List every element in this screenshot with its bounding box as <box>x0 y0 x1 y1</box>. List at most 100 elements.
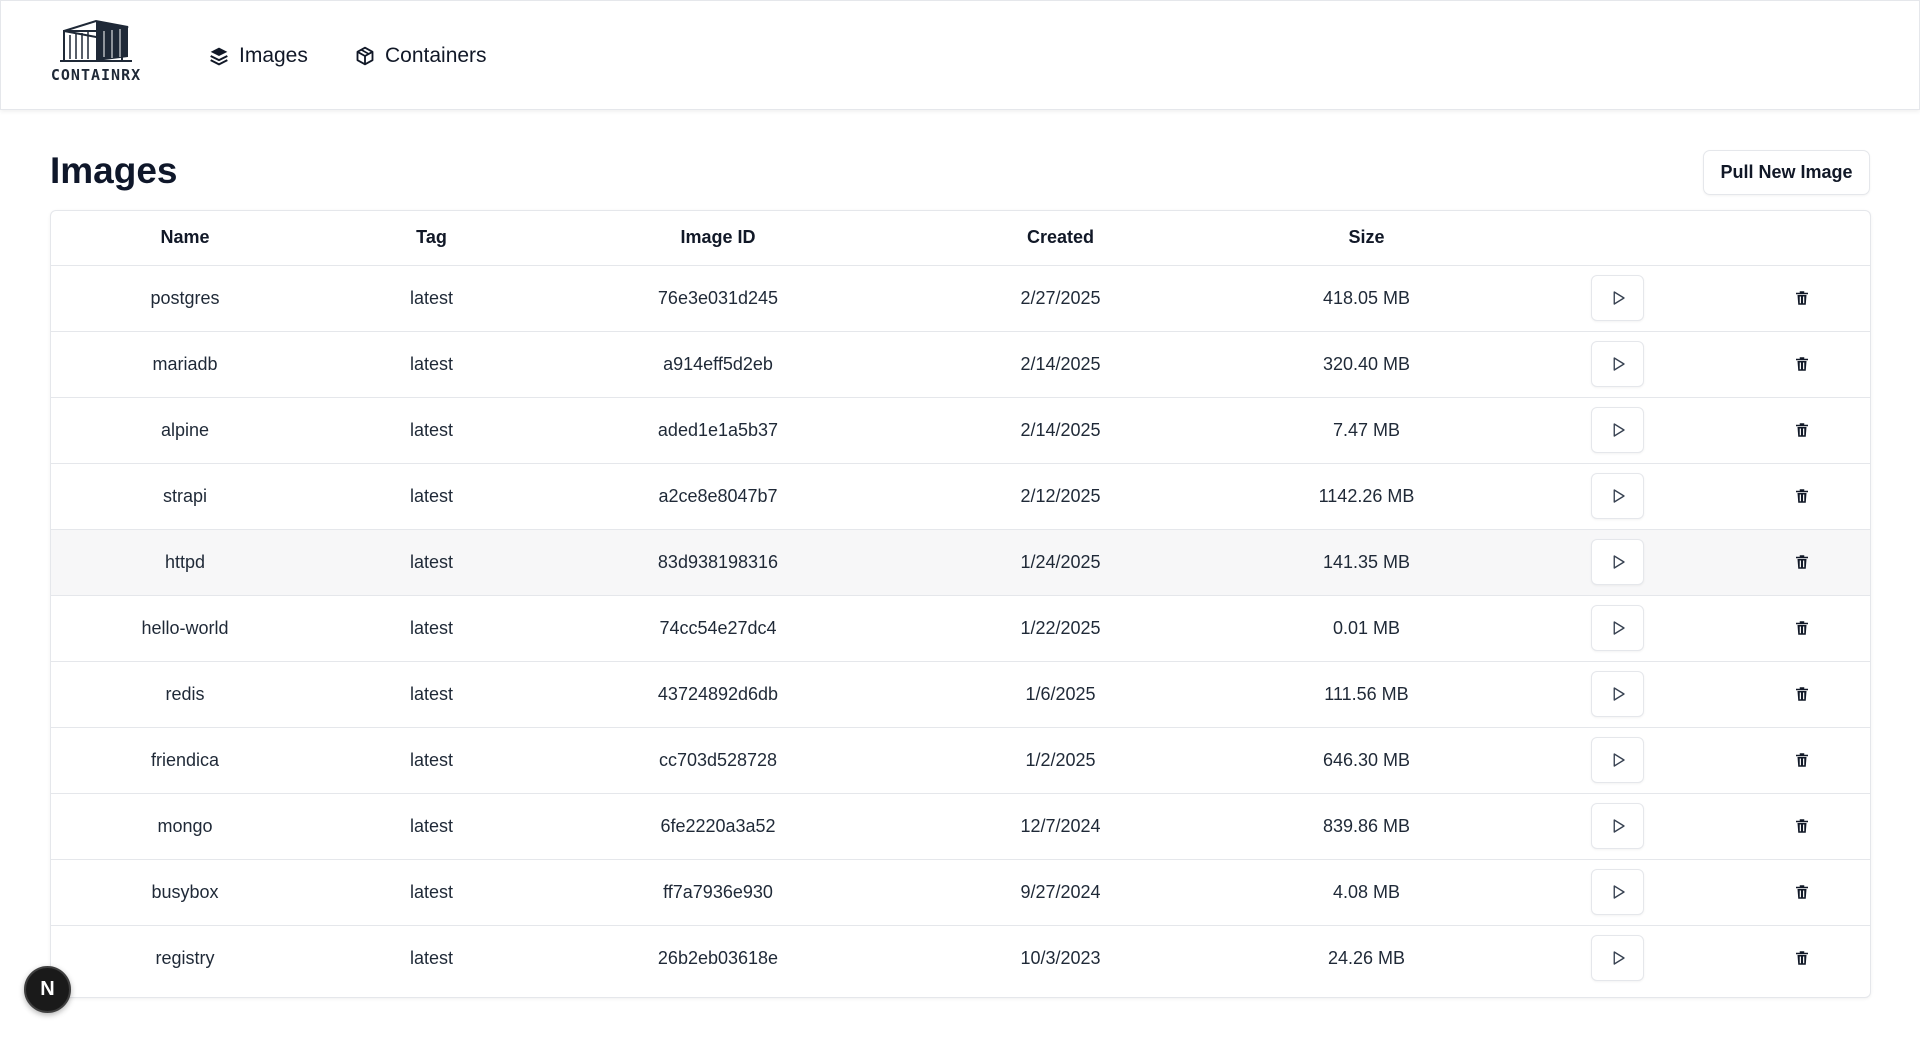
cell-tag: latest <box>319 595 544 662</box>
cell-created: 2/14/2025 <box>892 331 1229 398</box>
cell-name: friendica <box>51 727 319 794</box>
delete-image-button[interactable] <box>1782 476 1822 516</box>
cell-delete <box>1731 331 1870 398</box>
run-container-button[interactable] <box>1591 803 1644 849</box>
play-icon <box>1613 357 1625 371</box>
table-row: alpine latest aded1e1a5b37 2/14/2025 7.47 MB <box>51 397 1870 464</box>
delete-image-button[interactable] <box>1782 740 1822 780</box>
nav-link-label: Containers <box>385 44 487 67</box>
delete-image-button[interactable] <box>1782 542 1822 582</box>
delete-image-button[interactable] <box>1782 344 1822 384</box>
cell-name: mariadb <box>51 331 319 398</box>
table-row: strapi latest a2ce8e8047b7 2/12/2025 1142.26… <box>51 463 1870 530</box>
cell-run <box>1504 397 1731 464</box>
cell-delete <box>1731 925 1870 991</box>
delete-image-button[interactable] <box>1782 872 1822 912</box>
table-row: postgres latest 76e3e031d245 2/27/2025 418.0… <box>51 265 1870 332</box>
column-header-delete <box>1731 211 1870 266</box>
run-container-button[interactable] <box>1591 275 1644 321</box>
delete-image-button[interactable] <box>1782 410 1822 450</box>
delete-image-button[interactable] <box>1782 806 1822 846</box>
table-row: httpd latest 83d938198316 1/24/2025 141.35 M… <box>51 529 1870 596</box>
cell-size: 141.35 MB <box>1229 529 1504 596</box>
cell-image-id: 26b2eb03618e <box>657 947 779 968</box>
delete-image-button[interactable] <box>1782 938 1822 978</box>
cell-created: 1/22/2025 <box>892 595 1229 662</box>
cell-run <box>1504 529 1731 596</box>
run-container-button[interactable] <box>1591 869 1644 915</box>
cell-created: 2/27/2025 <box>892 265 1229 332</box>
run-container-button[interactable] <box>1591 671 1644 717</box>
cell-image-id: aded1e1a5b37 <box>544 397 892 464</box>
cell-image-id: 43724892d6db <box>544 661 892 728</box>
cell-size: 24.26 MB <box>1327 947 1406 968</box>
cell-created: 10/3/2023 <box>1020 947 1101 968</box>
cell-size: 320.40 MB <box>1229 331 1504 398</box>
cell-size: 7.47 MB <box>1229 397 1504 464</box>
trash-icon <box>1795 819 1808 833</box>
cell-size: 1142.26 MB <box>1229 463 1504 530</box>
cell-name: alpine <box>51 397 319 464</box>
delete-image-button[interactable] <box>1782 608 1822 648</box>
logo-text: CONTAINRX <box>50 66 142 84</box>
cell-run <box>1504 331 1731 398</box>
cell-run <box>1504 661 1731 728</box>
cell-name: postgres <box>51 265 319 332</box>
play-icon <box>1613 423 1625 437</box>
trash-icon <box>1795 555 1808 569</box>
run-container-button[interactable] <box>1591 473 1644 519</box>
table-header-row: Name Tag Image ID Created Size <box>51 211 1870 266</box>
cell-name: busybox <box>51 859 319 926</box>
cell-run <box>1504 925 1731 991</box>
cell-run <box>1504 595 1731 662</box>
cell-created: 9/27/2024 <box>892 859 1229 926</box>
containrx-logo[interactable]: CONTAINRX <box>50 17 142 89</box>
trash-icon <box>1795 951 1808 965</box>
cell-tag: latest <box>319 859 544 926</box>
cell-name: redis <box>51 661 319 728</box>
cell-tag: latest <box>319 265 544 332</box>
play-icon <box>1613 951 1625 965</box>
run-container-button[interactable] <box>1591 539 1644 585</box>
run-container-button[interactable] <box>1591 341 1644 387</box>
column-header-name: Name <box>51 211 319 266</box>
nav-link-images[interactable]: Images <box>209 41 308 71</box>
cell-created: 2/14/2025 <box>892 397 1229 464</box>
nav-link-containers[interactable]: Containers <box>355 41 487 71</box>
run-container-button[interactable] <box>1591 737 1644 783</box>
cell-tag: latest <box>319 793 544 860</box>
delete-image-button[interactable] <box>1782 674 1822 714</box>
page-title: Images <box>50 150 178 191</box>
run-container-button[interactable] <box>1591 407 1644 453</box>
play-icon <box>1613 819 1625 833</box>
cell-delete <box>1731 463 1870 530</box>
column-header-run <box>1504 211 1731 266</box>
nav-link-label: Images <box>239 44 308 67</box>
cell-tag: latest <box>319 727 544 794</box>
cell-delete <box>1731 529 1870 596</box>
dev-tools-badge[interactable]: N <box>24 966 71 1013</box>
play-icon <box>1613 687 1625 701</box>
cell-name: hello-world <box>51 595 319 662</box>
trash-icon <box>1795 423 1808 437</box>
table-row: friendica latest cc703d528728 1/2/2025 646.3… <box>51 727 1870 794</box>
cell-image-id: a914eff5d2eb <box>544 331 892 398</box>
trash-icon <box>1795 687 1808 701</box>
cell-name: strapi <box>51 463 319 530</box>
trash-icon <box>1795 885 1808 899</box>
delete-image-button[interactable] <box>1782 278 1822 318</box>
run-container-button[interactable] <box>1591 935 1644 982</box>
top-navbar: CONTAINRX Images Containers <box>0 0 1920 110</box>
cell-size: 4.08 MB <box>1229 859 1504 926</box>
table-row: mongo latest 6fe2220a3a52 12/7/2024 839.86 M… <box>51 793 1870 860</box>
column-header-image-id: Image ID <box>544 211 892 266</box>
cell-run <box>1504 265 1731 332</box>
play-icon <box>1613 489 1625 503</box>
run-container-button[interactable] <box>1591 605 1644 651</box>
pull-new-image-button[interactable]: Pull New Image <box>1703 150 1870 195</box>
cell-run <box>1504 859 1731 926</box>
container-logo-icon <box>60 19 132 62</box>
cell-run <box>1504 727 1731 794</box>
layers-icon <box>210 47 228 66</box>
trash-icon <box>1795 291 1808 305</box>
